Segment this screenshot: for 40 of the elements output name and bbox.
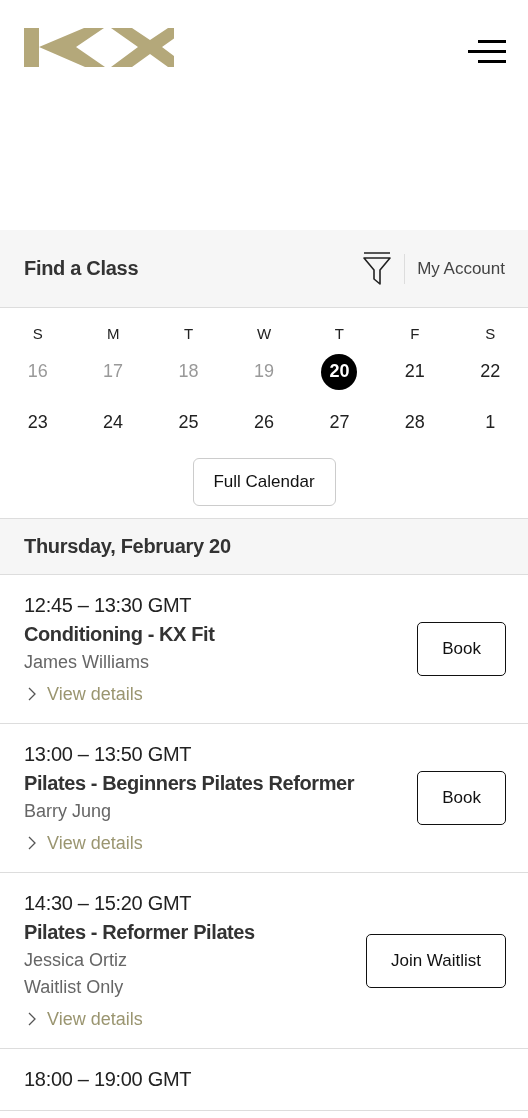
page-title: Find a Class (24, 257, 139, 280)
calendar-day[interactable]: 24 (95, 404, 132, 441)
instructor-name: James Williams (24, 651, 150, 674)
calendar-day[interactable]: 28 (396, 404, 433, 441)
chevron-icon[interactable] (28, 687, 36, 701)
weekday-label: F (409, 324, 421, 344)
chevron-icon[interactable] (28, 1012, 36, 1026)
class-time: 12:45 – 13:30 GMT (24, 593, 193, 618)
class-action-button[interactable]: Book (417, 771, 506, 825)
calendar-day[interactable]: 1 (472, 404, 509, 441)
class-title: Conditioning - KX Fit (24, 622, 215, 647)
instructor-name: Jessica Ortiz (24, 949, 129, 972)
weekday-label: T (182, 324, 195, 344)
calendar-day[interactable]: 20 (321, 353, 358, 390)
class-time: 18:00 – 19:00 GMT (24, 1067, 192, 1092)
class-time: 13:00 – 13:50 GMT (24, 742, 193, 767)
date-heading: Thursday, February 20 (24, 535, 231, 558)
calendar-day[interactable]: 22 (472, 353, 509, 390)
filter-icon[interactable] (362, 251, 393, 286)
weekday-label: W (255, 324, 273, 344)
calendar-day[interactable]: 25 (170, 404, 207, 441)
calendar-day[interactable]: 21 (396, 353, 433, 390)
weekday-label: T (333, 324, 345, 344)
calendar-day[interactable]: 27 (321, 404, 358, 441)
full-calendar-button[interactable]: Full Calendar (192, 458, 336, 506)
chevron-icon[interactable] (28, 836, 36, 850)
menu-icon[interactable] (468, 40, 506, 64)
account-link[interactable]: My Account (417, 258, 505, 279)
class-time: 14:30 – 15:20 GMT (24, 891, 193, 916)
weekday-label: S (31, 324, 44, 344)
class-note: Waitlist Only (24, 976, 125, 999)
calendar-day[interactable]: 23 (19, 404, 56, 441)
class-title: Pilates - Beginners Pilates Reformer (24, 771, 355, 796)
weekday-label: M (105, 324, 121, 344)
class-action-button[interactable]: Join Waitlist (365, 933, 506, 988)
instructor-name: Barry Jung (24, 800, 113, 823)
class-title: Pilates - Reformer Pilates (24, 920, 255, 945)
class-action-button[interactable]: Book (417, 622, 506, 676)
weekday-label: S (484, 324, 497, 344)
calendar-day[interactable]: 26 (246, 404, 282, 441)
